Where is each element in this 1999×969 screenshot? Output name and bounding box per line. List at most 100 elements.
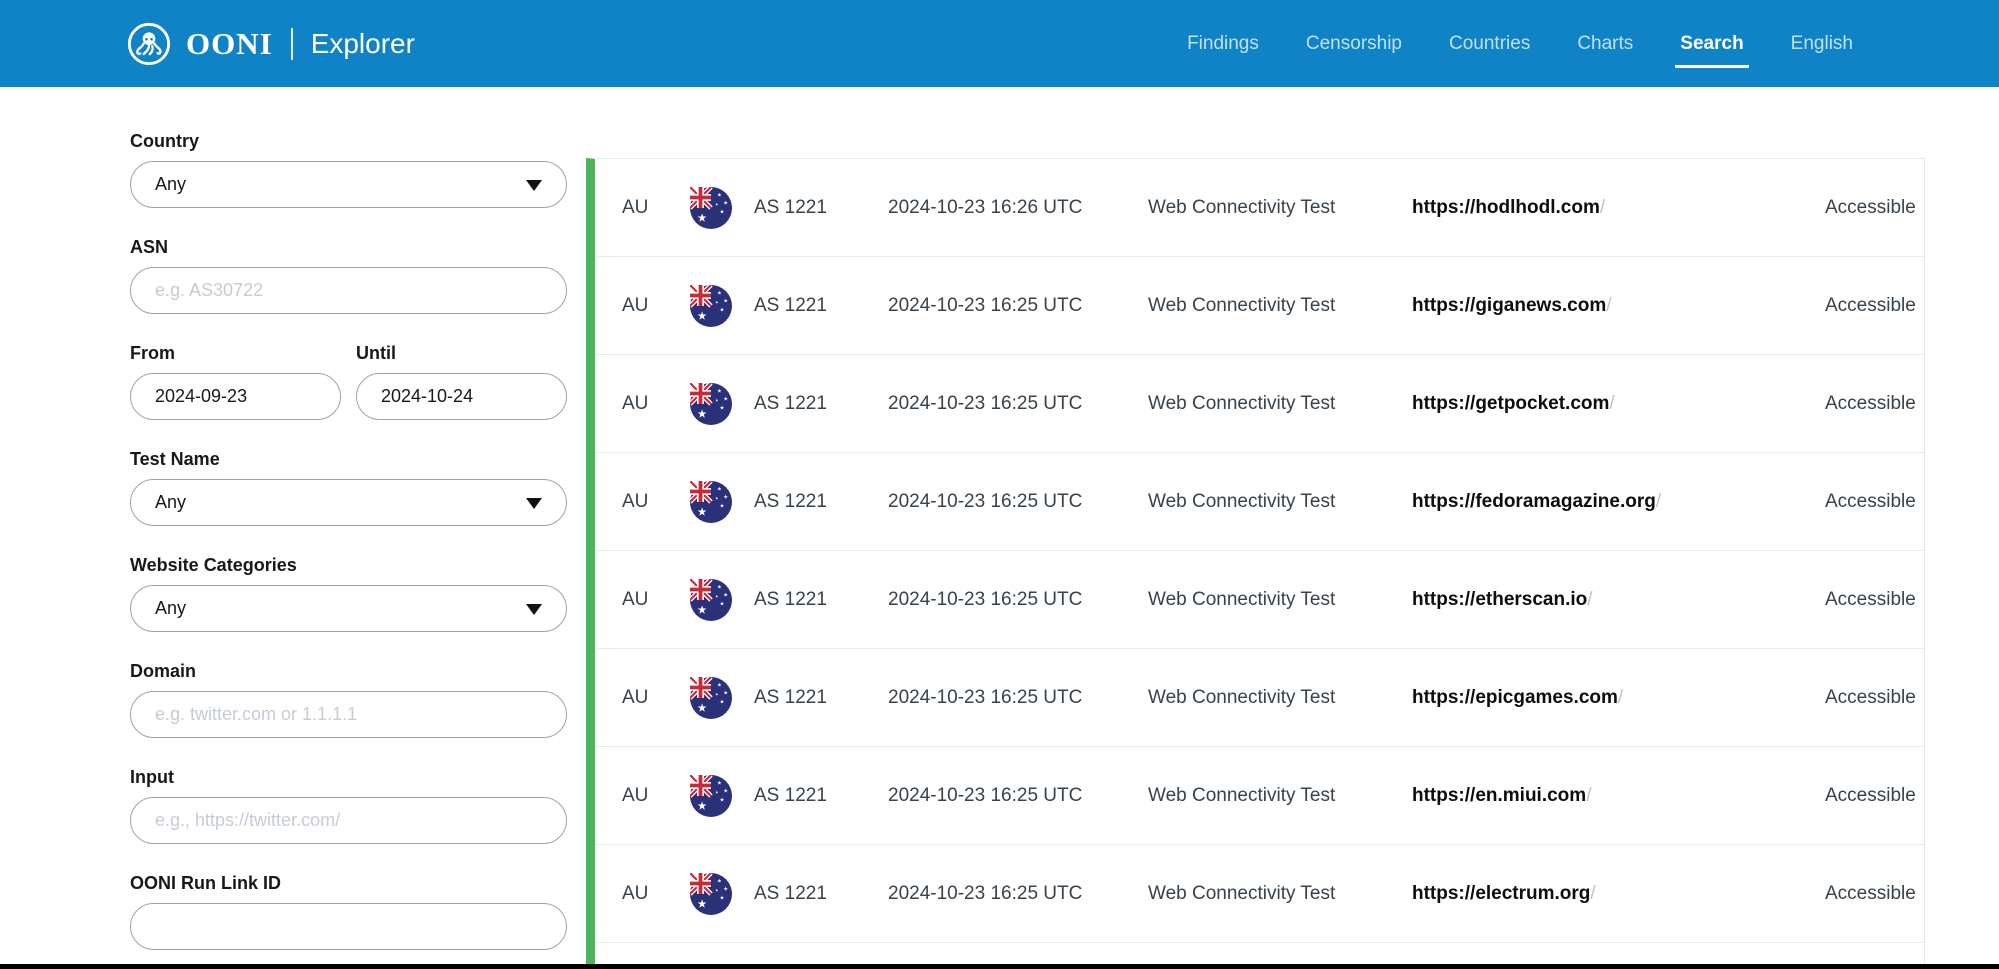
asn-value: AS 1221 xyxy=(754,295,888,317)
until-date-input[interactable] xyxy=(381,386,542,407)
test-name-label: Test Name xyxy=(130,448,567,470)
measurement-url: https://etherscan.io/ xyxy=(1412,589,1825,611)
measurement-url: https://electrum.org/ xyxy=(1412,883,1825,905)
australia-flag-icon xyxy=(690,187,732,229)
domain-field-wrap xyxy=(130,691,567,738)
measurement-timestamp: 2024-10-23 16:25 UTC xyxy=(888,295,1148,317)
status-accessible: Accessible xyxy=(1825,197,1924,219)
measurement-row[interactable]: AU xyxy=(595,649,1924,747)
country-code: AU xyxy=(622,393,690,415)
test-name: Web Connectivity Test xyxy=(1148,785,1412,807)
top-navigation-bar: OONI Explorer Findings Censorship Countr… xyxy=(0,0,1999,87)
measurement-url: https://getpocket.com/ xyxy=(1412,393,1825,415)
flag-cell xyxy=(690,775,754,817)
australia-flag-icon xyxy=(690,873,732,915)
ooni-run-link-id-input[interactable] xyxy=(155,916,542,937)
ooni-run-link-id-field-wrap xyxy=(130,903,567,950)
asn-input[interactable] xyxy=(155,280,542,301)
measurement-timestamp: 2024-10-23 16:25 UTC xyxy=(888,393,1148,415)
asn-filter-group: ASN xyxy=(130,236,567,314)
test-name: Web Connectivity Test xyxy=(1148,589,1412,611)
test-name: Web Connectivity Test xyxy=(1148,491,1412,513)
measurement-row[interactable]: AU xyxy=(595,845,1924,943)
country-select[interactable]: Any xyxy=(130,161,567,208)
url-trailing-slash: / xyxy=(1587,589,1592,610)
asn-field-wrap xyxy=(130,267,567,314)
measurement-row[interactable]: AU xyxy=(595,355,1924,453)
status-accessible: Accessible xyxy=(1825,883,1924,905)
asn-value: AS 1221 xyxy=(754,883,888,905)
url-trailing-slash: / xyxy=(1618,687,1623,708)
from-filter-group: From xyxy=(130,342,341,420)
country-code: AU xyxy=(622,197,690,219)
country-code: AU xyxy=(622,589,690,611)
ooni-explorer-search-page: OONI Explorer Findings Censorship Countr… xyxy=(0,0,1999,969)
chevron-down-icon xyxy=(526,498,542,509)
nav-findings[interactable]: Findings xyxy=(1187,33,1259,55)
ooni-run-link-id-label: OONI Run Link ID xyxy=(130,872,567,894)
country-filter-group: Country Any xyxy=(130,130,567,208)
from-field-wrap xyxy=(130,373,341,420)
url-trailing-slash: / xyxy=(1586,785,1591,806)
status-accessible: Accessible xyxy=(1825,393,1924,415)
asn-value: AS 1221 xyxy=(754,197,888,219)
measurement-timestamp: 2024-10-23 16:25 UTC xyxy=(888,491,1148,513)
test-name-select[interactable]: Any xyxy=(130,479,567,526)
measurement-row[interactable]: AU xyxy=(595,159,1924,257)
measurement-row[interactable]: AU xyxy=(595,453,1924,551)
from-date-input[interactable] xyxy=(155,386,316,407)
language-selector[interactable]: English xyxy=(1791,33,1853,55)
measurement-timestamp: 2024-10-23 16:25 UTC xyxy=(888,785,1148,807)
asn-value: AS 1221 xyxy=(754,785,888,807)
test-name-select-value: Any xyxy=(155,492,186,513)
from-label: From xyxy=(130,342,341,364)
asn-value: AS 1221 xyxy=(754,687,888,709)
country-code: AU xyxy=(622,785,690,807)
measurement-row[interactable]: AU xyxy=(595,257,1924,355)
nav-countries[interactable]: Countries xyxy=(1449,33,1530,55)
measurement-url: https://hodlhodl.com/ xyxy=(1412,197,1825,219)
url-trailing-slash: / xyxy=(1609,393,1614,414)
date-range-row: From Until xyxy=(130,342,567,448)
chevron-down-icon xyxy=(526,180,542,191)
ooni-explorer-logo[interactable]: OONI Explorer xyxy=(126,21,415,67)
asn-value: AS 1221 xyxy=(754,491,888,513)
country-code: AU xyxy=(622,491,690,513)
input-url-input[interactable] xyxy=(155,810,542,831)
asn-value: AS 1221 xyxy=(754,589,888,611)
flag-cell xyxy=(690,285,754,327)
status-accessible: Accessible xyxy=(1825,295,1924,317)
australia-flag-icon xyxy=(690,383,732,425)
flag-cell xyxy=(690,677,754,719)
status-accessible: Accessible xyxy=(1825,589,1924,611)
australia-flag-icon xyxy=(690,677,732,719)
australia-flag-icon xyxy=(690,481,732,523)
measurement-row[interactable]: AU xyxy=(595,747,1924,845)
nav-censorship[interactable]: Censorship xyxy=(1306,33,1402,55)
website-categories-select[interactable]: Any xyxy=(130,585,567,632)
brand-product-name: Explorer xyxy=(311,28,415,60)
measurement-url: https://epicgames.com/ xyxy=(1412,687,1825,709)
main-nav: Findings Censorship Countries Charts Sea… xyxy=(1187,33,1853,55)
nav-charts[interactable]: Charts xyxy=(1577,33,1633,55)
chevron-down-icon xyxy=(526,604,542,615)
status-accessible: Accessible xyxy=(1825,785,1924,807)
domain-input[interactable] xyxy=(155,704,542,725)
flag-cell xyxy=(690,579,754,621)
input-label: Input xyxy=(130,766,567,788)
asn-label: ASN xyxy=(130,236,567,258)
ooni-octopus-icon xyxy=(126,21,172,67)
australia-flag-icon xyxy=(690,775,732,817)
measurement-url: https://fedoramagazine.org/ xyxy=(1412,491,1825,513)
measurement-url: https://giganews.com/ xyxy=(1412,295,1825,317)
country-label: Country xyxy=(130,130,567,152)
ooni-run-link-id-filter-group: OONI Run Link ID xyxy=(130,872,567,950)
url-trailing-slash: / xyxy=(1656,491,1661,512)
measurement-timestamp: 2024-10-23 16:25 UTC xyxy=(888,687,1148,709)
nav-search[interactable]: Search xyxy=(1680,33,1743,55)
flag-cell xyxy=(690,383,754,425)
search-filter-sidebar: Country Any ASN From Until xyxy=(130,130,567,969)
test-name: Web Connectivity Test xyxy=(1148,687,1412,709)
measurement-row[interactable]: AU xyxy=(595,551,1924,649)
measurement-url: https://en.miui.com/ xyxy=(1412,785,1825,807)
